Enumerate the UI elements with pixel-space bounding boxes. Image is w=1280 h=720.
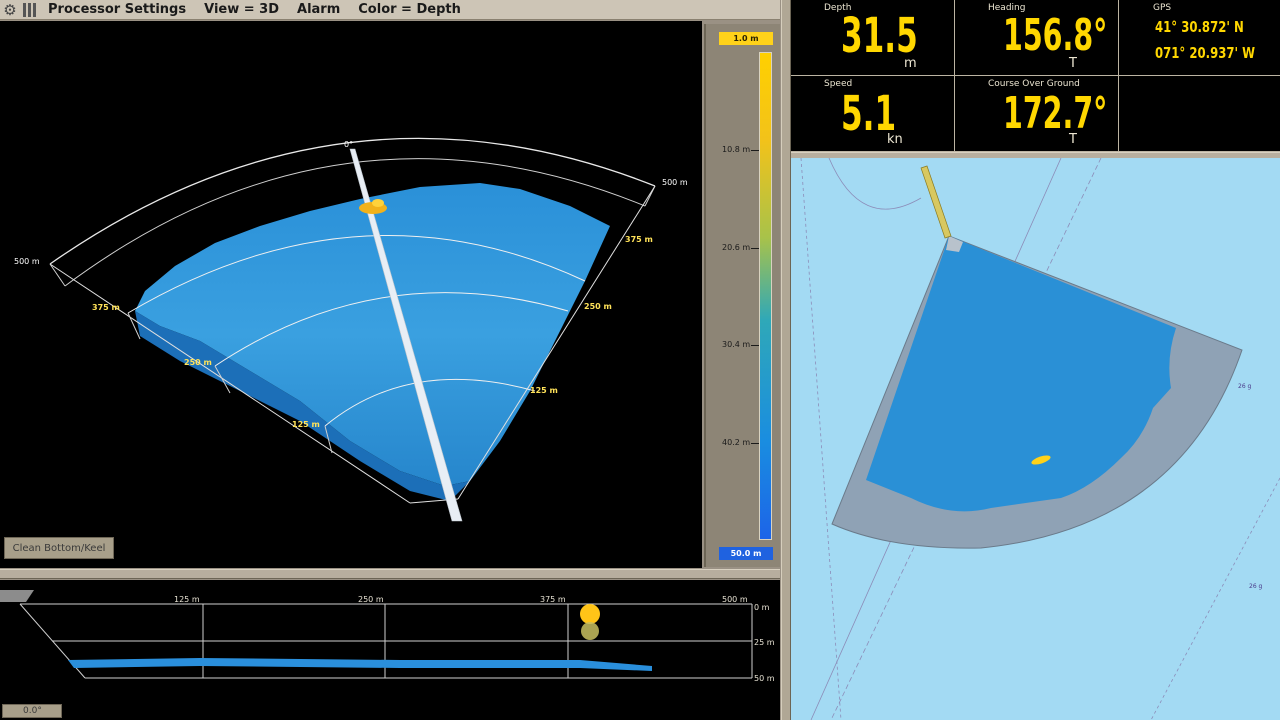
gps-label: GPS (1153, 3, 1172, 13)
scale-bottom-value[interactable]: 50.0 m (719, 547, 773, 560)
range-label-250-left: 250 m (184, 358, 212, 367)
heading-cell: Heading 156.8° T (955, 0, 1119, 76)
profile-y-label: 25 m (754, 638, 775, 647)
range-label-outer-right: 500 m (662, 178, 688, 187)
grip-icon[interactable] (20, 2, 38, 18)
scale-tick-mark (751, 443, 759, 444)
chart-sounding-label: 26 g (1238, 383, 1252, 390)
side-profile-canvas: 125 m 250 m 375 m 500 m 0 m 25 m 50 m (0, 590, 775, 683)
scale-top-value[interactable]: 1.0 m (719, 32, 773, 45)
gps-cell: GPS 41° 30.872' N 071° 20.937' W (1119, 0, 1280, 76)
profile-target-shadow (581, 622, 599, 640)
empty-cell (1119, 76, 1280, 152)
outer-edge-left (49, 263, 66, 287)
sonar-3d-canvas[interactable]: 0° 500 m 500 m 375 m 375 m 250 m 250 m 1… (0, 21, 702, 568)
depth-unit: m (904, 56, 917, 71)
cog-value: 172.7° (1003, 88, 1108, 139)
heading-value: 156.8° (1003, 10, 1108, 61)
gps-lat: 41° 30.872' N (1155, 18, 1244, 36)
profile-angle-readout[interactable]: 0.0° (2, 704, 62, 718)
profile-y-label: 0 m (754, 603, 770, 612)
horizontal-splitter[interactable] (0, 569, 780, 579)
chart-boundary-line (1150, 477, 1280, 720)
cog-cell: Course Over Ground 172.7° T (955, 76, 1119, 152)
range-label-outer-left: 500 m (14, 257, 40, 266)
menu-processor-settings[interactable]: Processor Settings (48, 2, 186, 17)
scale-tick-mark (751, 248, 759, 249)
clean-bottom-keel-button[interactable]: Clean Bottom/Keel (4, 537, 114, 559)
range-label-250-right: 250 m (584, 302, 612, 311)
speed-unit: kn (887, 132, 903, 147)
range-label-375-right: 375 m (625, 235, 653, 244)
nautical-chart-view[interactable]: 26 g 26 g (791, 158, 1280, 720)
depth-cell: Depth 31.5 m (791, 0, 955, 76)
profile-x-label: 125 m (174, 595, 200, 604)
range-label-375-left: 375 m (92, 303, 120, 312)
heading-unit: T (1069, 56, 1077, 71)
scale-tick-label: 10.8 m (722, 145, 751, 154)
menu-color[interactable]: Color = Depth (358, 2, 461, 17)
profile-y-label: 50 m (754, 674, 775, 683)
scale-tick-label: 20.6 m (722, 243, 751, 252)
scale-tick-label: 40.2 m (722, 438, 751, 447)
profile-target[interactable] (580, 604, 600, 624)
range-label-125-right: 125 m (530, 386, 558, 395)
vessel-heading-marker (920, 165, 952, 239)
range-label-125-left: 125 m (292, 420, 320, 429)
app-window: ⚙ Processor Settings View = 3D Alarm Col… (0, 0, 1280, 720)
profile-x-label: 250 m (358, 595, 384, 604)
menu-bar: ⚙ Processor Settings View = 3D Alarm Col… (0, 0, 780, 20)
depth-color-scale: 1.0 m 10.8 m 20.6 m 30.4 m 40.2 m 50.0 m (704, 24, 780, 567)
cog-unit: T (1069, 132, 1077, 147)
heading-label: 0° (344, 140, 353, 149)
chart-canvas: 26 g 26 g (800, 158, 1280, 720)
sonar-3d-view[interactable]: 0° 500 m 500 m 375 m 375 m 250 m 250 m 1… (0, 21, 702, 568)
scale-gradient-bar (759, 52, 772, 540)
chart-contour (828, 158, 922, 210)
gps-lon: 071° 20.937' W (1155, 44, 1256, 62)
boat-icon (0, 590, 34, 602)
vertical-splitter[interactable] (781, 0, 791, 720)
chart-sounding-label: 26 g (1249, 583, 1263, 590)
gear-icon[interactable]: ⚙ (0, 0, 20, 20)
scale-tick-mark (751, 150, 759, 151)
menu-view[interactable]: View = 3D (204, 2, 279, 17)
profile-x-label: 500 m (722, 595, 748, 604)
scale-tick-mark (751, 345, 759, 346)
side-profile-view[interactable]: 125 m 250 m 375 m 500 m 0 m 25 m 50 m 0.… (0, 580, 780, 720)
chart-boundary-line (800, 158, 842, 720)
menu-alarm[interactable]: Alarm (297, 2, 340, 17)
profile-x-label: 375 m (540, 595, 566, 604)
speed-cell: Speed 5.1 kn (791, 76, 955, 152)
instrument-panel: Depth 31.5 m Heading 156.8° T GPS 41° 30… (791, 0, 1280, 152)
scale-tick-label: 30.4 m (722, 340, 751, 349)
profile-bottom-trace (68, 658, 652, 671)
sonar-target-top (372, 199, 384, 207)
